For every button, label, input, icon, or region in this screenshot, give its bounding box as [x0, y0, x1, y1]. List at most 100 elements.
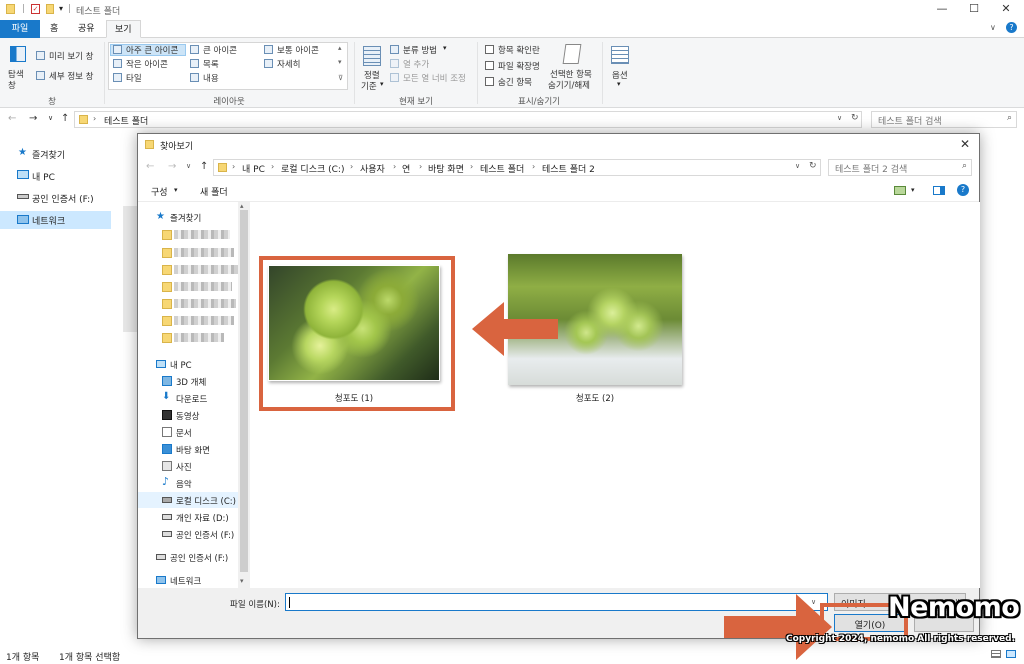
- blurred-folder-name[interactable]: [174, 282, 232, 291]
- help-icon[interactable]: ?: [1006, 22, 1017, 33]
- tree-downloads[interactable]: 다운로드: [176, 393, 207, 405]
- scroll-down-icon[interactable]: ▾: [240, 577, 244, 585]
- tree-scrollbar-thumb[interactable]: [240, 210, 248, 572]
- minimize-button[interactable]: —: [928, 2, 956, 15]
- up-icon[interactable]: ↑: [200, 161, 208, 172]
- new-folder-button[interactable]: 새 폴더: [200, 185, 228, 198]
- blurred-folder-name[interactable]: [174, 316, 234, 325]
- options-dropdown-icon[interactable]: ▾: [617, 80, 621, 88]
- file-extension-toggle[interactable]: [485, 61, 494, 70]
- nav-this-pc[interactable]: 내 PC: [32, 170, 55, 183]
- crumb-local-disk[interactable]: 로컬 디스크 (C:): [281, 162, 344, 175]
- hide-selected-label-2[interactable]: 숨기기/해제: [548, 79, 590, 91]
- hidden-items-label[interactable]: 숨긴 항목: [498, 76, 532, 88]
- crumb-users[interactable]: 사용자: [360, 162, 385, 175]
- sort-dropdown-icon[interactable]: ▾: [380, 80, 384, 88]
- help-icon[interactable]: ?: [957, 184, 969, 196]
- blurred-folder-name[interactable]: [174, 248, 234, 257]
- item-checkbox-label[interactable]: 항목 확인란: [498, 44, 540, 56]
- gallery-expand-icon[interactable]: ⊽: [338, 74, 343, 82]
- close-button[interactable]: ✕: [992, 2, 1020, 15]
- large-icons-view-icon[interactable]: [1006, 650, 1016, 658]
- sort-by-icon[interactable]: [363, 46, 381, 66]
- details-pane-button[interactable]: 세부 정보 창: [49, 70, 94, 82]
- nav-cert-drive[interactable]: 공인 인증서 (F:): [32, 192, 94, 205]
- new-folder-icon[interactable]: [46, 4, 54, 14]
- navigation-pane-icon[interactable]: [10, 46, 26, 62]
- tree-this-pc[interactable]: 내 PC: [170, 359, 192, 371]
- layout-extra-large[interactable]: 아주 큰 아이콘: [126, 44, 178, 56]
- forward-icon[interactable]: →: [29, 113, 37, 124]
- tree-videos[interactable]: 동영상: [176, 410, 199, 422]
- address-dropdown-icon[interactable]: ∨: [795, 162, 800, 170]
- crumb-this-pc[interactable]: 내 PC: [242, 162, 265, 175]
- blurred-folder-name[interactable]: [174, 333, 224, 342]
- blurred-folder-name[interactable]: [174, 265, 238, 274]
- tree-cert-f-root[interactable]: 공인 인증서 (F:): [170, 552, 228, 564]
- tree-desktop[interactable]: 바탕 화면: [176, 444, 210, 456]
- tab-file[interactable]: 파일: [0, 20, 40, 38]
- back-icon[interactable]: ←: [8, 113, 16, 124]
- properties-icon[interactable]: ✓: [31, 4, 40, 14]
- recent-locations-icon[interactable]: ∨: [48, 114, 53, 122]
- file-extension-label[interactable]: 파일 확장명: [498, 60, 540, 72]
- hide-selected-icon[interactable]: [562, 44, 582, 64]
- tree-3d-objects[interactable]: 3D 개체: [176, 376, 206, 388]
- group-by-dropdown-icon[interactable]: ▾: [443, 44, 447, 52]
- address-dropdown-icon[interactable]: ∨: [837, 114, 842, 122]
- layout-details[interactable]: 자세히: [277, 58, 300, 70]
- hidden-items-toggle[interactable]: [485, 77, 494, 86]
- search-input[interactable]: 테스트 폴더 검색 ⌕: [871, 111, 1017, 128]
- forward-icon[interactable]: →: [168, 161, 176, 172]
- tree-music[interactable]: 음악: [176, 478, 192, 490]
- maximize-button[interactable]: ☐: [960, 2, 988, 15]
- scroll-up-icon[interactable]: ▴: [240, 202, 244, 210]
- view-dropdown-icon[interactable]: ▾: [911, 186, 915, 194]
- sort-by-label-2[interactable]: 기준: [361, 80, 377, 92]
- change-view-icon[interactable]: [894, 186, 906, 195]
- tree-quick-access[interactable]: 즐겨찾기: [170, 212, 201, 224]
- nav-quick-access[interactable]: 즐겨찾기: [32, 148, 65, 161]
- tree-pictures[interactable]: 사진: [176, 461, 192, 473]
- tree-network[interactable]: 네트워크: [170, 575, 201, 587]
- layout-list[interactable]: 목록: [203, 58, 219, 70]
- collapse-ribbon-icon[interactable]: ∨: [990, 23, 996, 32]
- layout-medium[interactable]: 보통 아이콘: [277, 44, 319, 56]
- organize-dropdown-icon[interactable]: ▾: [174, 186, 178, 194]
- layout-content[interactable]: 내용: [203, 72, 219, 84]
- tree-personal-d[interactable]: 개인 자료 (D:): [176, 512, 229, 524]
- preview-pane-icon[interactable]: [933, 186, 945, 195]
- crumb-user[interactable]: 연: [402, 162, 410, 175]
- crumb-test-folder[interactable]: 테스트 폴더: [480, 162, 524, 175]
- group-by-button[interactable]: 분류 방법: [403, 44, 437, 56]
- tab-home[interactable]: 홈: [42, 20, 66, 38]
- options-icon[interactable]: [611, 46, 629, 64]
- tab-view[interactable]: 보기: [106, 20, 141, 38]
- address-path[interactable]: 테스트 폴더: [104, 114, 148, 127]
- tree-cert-f[interactable]: 공인 인증서 (F:): [176, 529, 234, 541]
- preview-pane-button[interactable]: 미리 보기 창: [49, 50, 94, 62]
- address-bar[interactable]: [74, 111, 862, 128]
- layout-tiles[interactable]: 타일: [126, 72, 142, 84]
- refresh-icon[interactable]: ↻: [851, 113, 859, 123]
- nav-pane-label-2[interactable]: 창: [8, 79, 16, 91]
- back-icon[interactable]: ←: [146, 161, 154, 172]
- customize-qat-icon[interactable]: ▾: [59, 4, 63, 13]
- tree-local-disk-c[interactable]: 로컬 디스크 (C:): [176, 495, 236, 507]
- nav-network[interactable]: 네트워크: [32, 214, 65, 227]
- layout-small[interactable]: 작은 아이콘: [126, 58, 168, 70]
- gallery-scroll-down-icon[interactable]: ▾: [338, 58, 342, 66]
- tab-share[interactable]: 공유: [70, 20, 103, 38]
- file-name-2[interactable]: 청포도 (2): [508, 392, 682, 404]
- details-view-icon[interactable]: [991, 650, 1001, 658]
- recent-locations-icon[interactable]: ∨: [186, 162, 191, 170]
- blurred-folder-name[interactable]: [174, 230, 230, 239]
- layout-large[interactable]: 큰 아이콘: [203, 44, 237, 56]
- tree-documents[interactable]: 문서: [176, 427, 192, 439]
- crumb-desktop[interactable]: 바탕 화면: [428, 162, 464, 175]
- gallery-scroll-up-icon[interactable]: ▴: [338, 44, 342, 52]
- crumb-test-folder-2[interactable]: 테스트 폴더 2: [542, 162, 595, 175]
- dialog-close-button[interactable]: ✕: [960, 137, 970, 151]
- item-checkbox-toggle[interactable]: [485, 45, 494, 54]
- dialog-search-input[interactable]: 테스트 폴더 2 검색 ⌕: [828, 159, 972, 176]
